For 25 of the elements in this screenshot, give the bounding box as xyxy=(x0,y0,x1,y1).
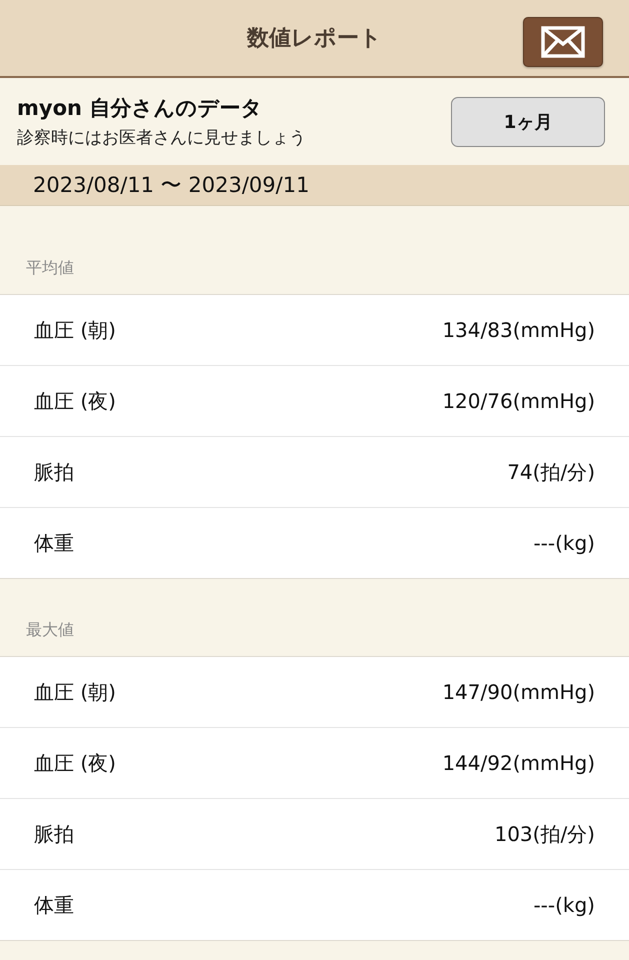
row-label: 血圧 (夜) xyxy=(34,388,116,414)
row-value: 120/76(mmHg) xyxy=(442,389,595,413)
period-button[interactable]: 1ヶ月 xyxy=(451,96,605,146)
row-value: 74(拍/分) xyxy=(507,458,595,486)
date-range: 2023/08/11 〜 2023/09/11 xyxy=(33,172,310,199)
row-label: 体重 xyxy=(34,530,74,556)
row-label: 脈拍 xyxy=(34,458,74,486)
row-value: 103(拍/分) xyxy=(494,820,595,848)
row-value: 144/92(mmHg) xyxy=(442,751,595,775)
row-label: 体重 xyxy=(34,892,74,918)
user-data-title: myon 自分さんのデータ xyxy=(17,95,264,122)
row-value: 147/90(mmHg) xyxy=(442,680,595,704)
row-label: 脈拍 xyxy=(34,820,74,848)
envelope-icon xyxy=(541,26,585,58)
subtitle: 診察時にはお医者さんに見せましょう xyxy=(17,127,306,149)
section-header: 最大値 xyxy=(26,620,74,641)
row-label: 血圧 (夜) xyxy=(34,750,116,776)
row-value: 134/83(mmHg) xyxy=(442,318,595,342)
row-value: ---(kg) xyxy=(533,893,595,917)
row-value: ---(kg) xyxy=(533,531,595,555)
screen-title: 数値レポート xyxy=(247,25,382,53)
mail-button[interactable] xyxy=(523,17,603,67)
row-label: 血圧 (朝) xyxy=(34,316,116,344)
row-label: 血圧 (朝) xyxy=(34,678,116,706)
section-header: 平均値 xyxy=(26,258,74,279)
